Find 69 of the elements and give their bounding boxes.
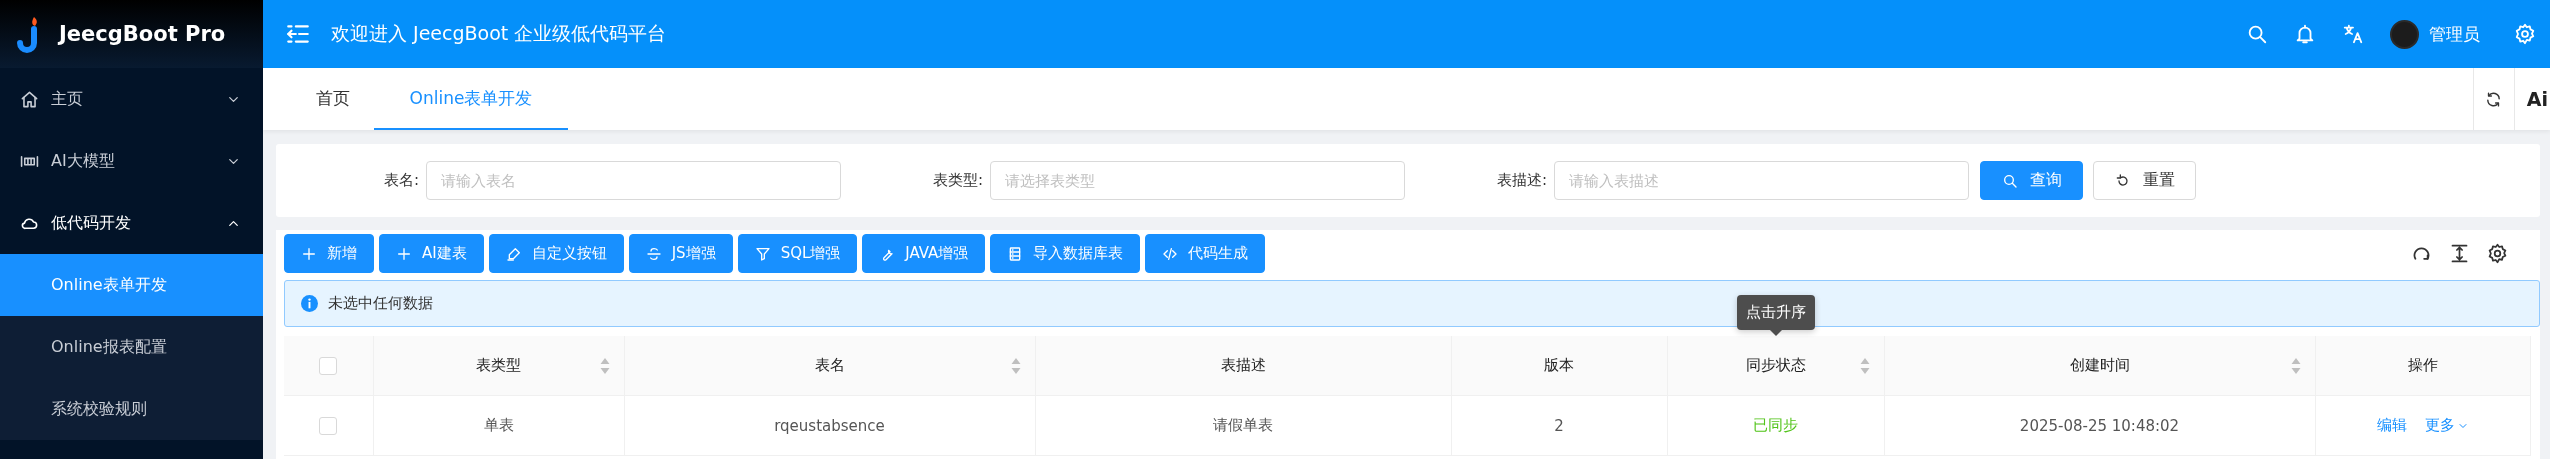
reset-button[interactable]: 重置	[2093, 161, 2196, 200]
info-icon	[301, 295, 318, 312]
more-link[interactable]: 更多	[2424, 416, 2469, 435]
code-icon	[1162, 245, 1179, 262]
sort-icon[interactable]	[1010, 356, 1021, 375]
sort-icon[interactable]	[2290, 356, 2301, 375]
submenu-item[interactable]: 系统校验规则	[0, 378, 263, 440]
select-all-checkbox[interactable]	[319, 356, 338, 375]
table-cell: rqeustabsence	[774, 416, 885, 435]
tooltip: 点击升序	[1736, 295, 1815, 330]
query-button[interactable]: 查询	[1980, 161, 2083, 200]
plus-icon	[396, 245, 412, 262]
toolbar-button[interactable]: 新增	[284, 234, 374, 273]
strikethrough-icon	[645, 245, 662, 262]
menu-item[interactable]: 主页	[0, 68, 263, 130]
welcome-title: 欢迎进入 JeecgBoot 企业级低代码平台	[331, 21, 668, 46]
ai-tab-label[interactable]: Ai	[2526, 88, 2548, 110]
column-header[interactable]: 表名	[814, 356, 845, 374]
page-tab[interactable]: 首页	[292, 68, 374, 130]
row-checkbox[interactable]	[319, 416, 338, 435]
submenu-item[interactable]: Online报表配置	[0, 316, 263, 378]
user-name[interactable]: 管理员	[2429, 22, 2480, 46]
table-cell: 单表	[483, 416, 514, 434]
app-logo-text: JeecgBoot Pro	[59, 22, 226, 46]
page-tab[interactable]: Online表单开发	[374, 68, 568, 130]
translate-icon[interactable]	[2342, 23, 2364, 45]
field-label: 表描述:	[1496, 171, 1548, 190]
sort-icon[interactable]	[599, 356, 610, 375]
toolbar-button[interactable]: AI建表	[379, 234, 484, 273]
table-cell: 2	[1554, 416, 1564, 435]
toolbar-button[interactable]: 自定义按钮	[488, 234, 624, 273]
user-avatar[interactable]	[2390, 19, 2419, 49]
toolbar-button[interactable]: JS增强	[628, 234, 733, 273]
search-icon[interactable]	[2246, 23, 2268, 45]
input-field[interactable]: 请输入表描述	[1554, 161, 1969, 200]
sync-status: 已同步	[1753, 416, 1798, 434]
toolbar-button[interactable]: JAVA增强	[862, 234, 986, 273]
funnel-icon	[754, 245, 771, 262]
table-cell: 请假单表	[1213, 416, 1273, 434]
field-label: 表类型:	[932, 171, 984, 190]
pen-icon	[505, 245, 522, 262]
alert-text: 未选中任何数据	[328, 294, 433, 313]
toolbar-button[interactable]: SQL增强	[737, 234, 858, 273]
search-icon	[2001, 172, 2018, 189]
toolbar-button[interactable]: 代码生成	[1145, 234, 1266, 273]
reset-icon	[2114, 172, 2131, 189]
column-header: 操作	[2407, 356, 2438, 374]
tooltip-pointer-icon	[1769, 330, 1782, 336]
home-icon	[20, 89, 39, 109]
menu-item[interactable]: 低代码开发	[0, 192, 263, 254]
column-header[interactable]: 同步状态	[1745, 356, 1806, 374]
refresh-icon[interactable]	[2485, 90, 2503, 108]
input-field[interactable]: 请输入表名	[426, 161, 841, 200]
bell-icon[interactable]	[2294, 23, 2316, 45]
table-cell: 2025-08-25 10:48:02	[2019, 416, 2180, 435]
column-header: 表描述	[1220, 356, 1266, 374]
sort-icon[interactable]	[1859, 356, 1870, 375]
settings-icon[interactable]	[2487, 243, 2508, 264]
input-field[interactable]: 请选择表类型	[990, 161, 1405, 200]
toolbar-button[interactable]: 导入数据库表	[990, 234, 1141, 273]
edit-link[interactable]: 编辑	[2376, 416, 2407, 434]
plus-icon	[301, 245, 317, 262]
column-header[interactable]: 创建时间	[2069, 356, 2130, 374]
column-height-icon[interactable]	[2449, 243, 2470, 264]
column-header: 版本	[1544, 356, 1574, 374]
field-label: 表名:	[383, 171, 420, 190]
menu-item[interactable]: AI大模型	[0, 130, 263, 192]
submenu-item[interactable]: Online表单开发	[0, 254, 263, 316]
column-header[interactable]: 表类型	[476, 356, 521, 374]
